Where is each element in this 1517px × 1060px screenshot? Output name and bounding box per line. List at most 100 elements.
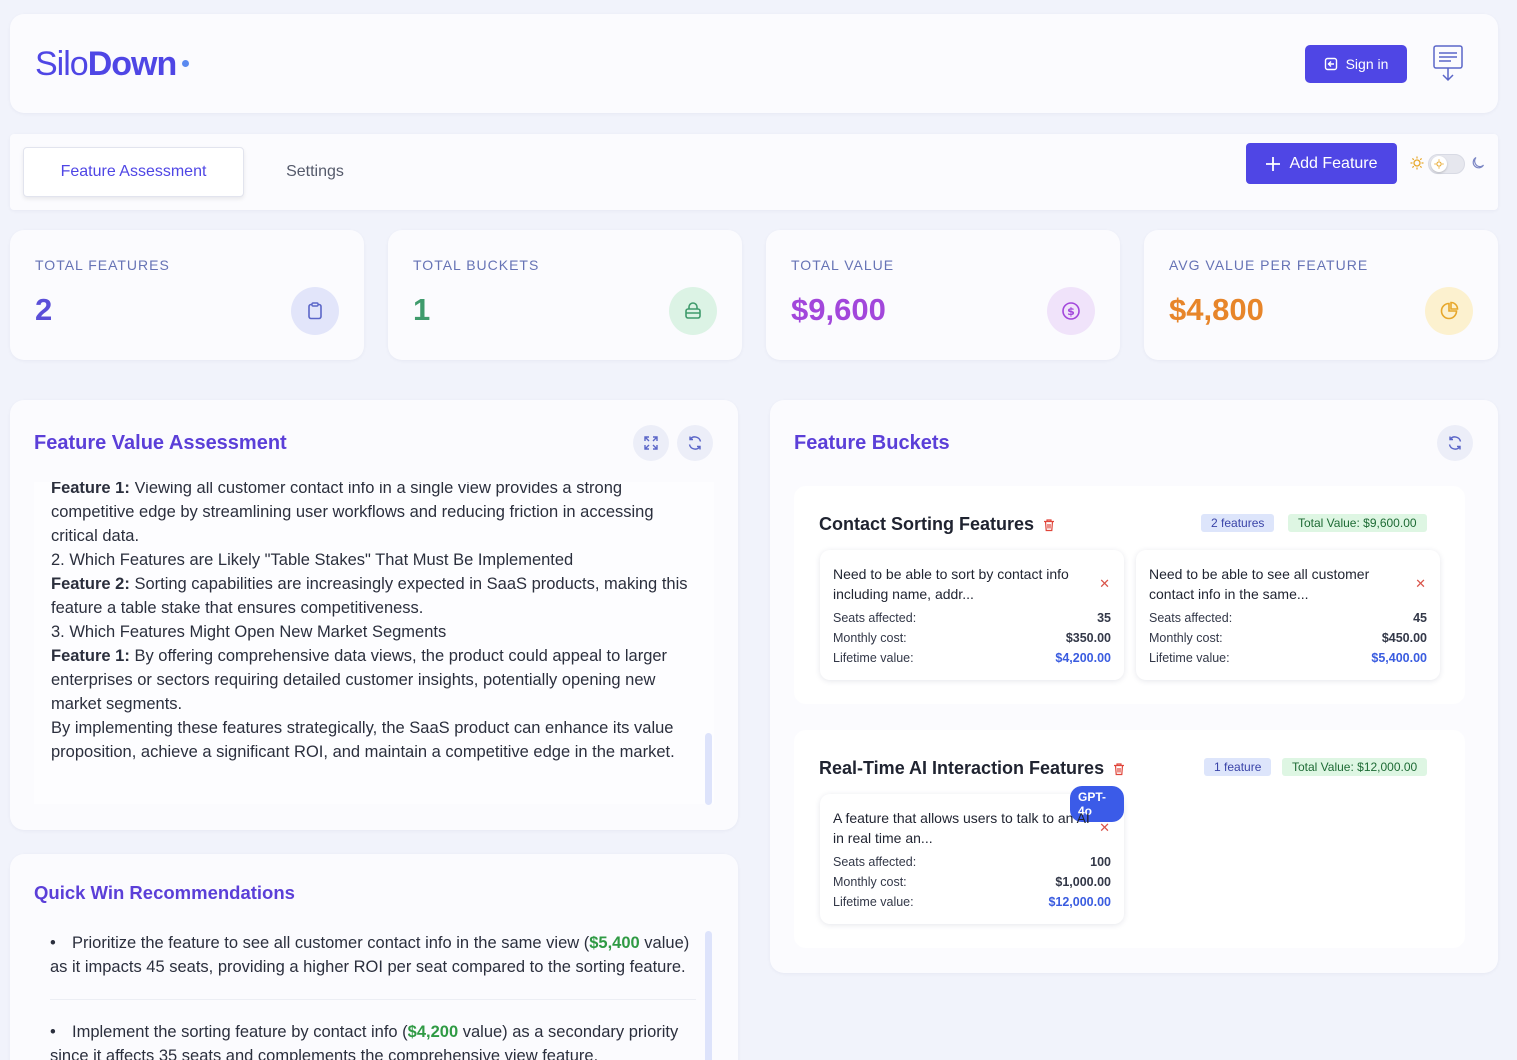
- feedback-icon[interactable]: [1432, 44, 1464, 84]
- theme-toggle[interactable]: [1410, 154, 1490, 174]
- lifetime-row: Lifetime value: $5,400.00: [1149, 651, 1427, 665]
- sign-in-button[interactable]: Sign in: [1305, 45, 1407, 83]
- sun-icon: [1410, 156, 1424, 170]
- row-label: Monthly cost:: [1149, 631, 1223, 645]
- feature-description: Need to be able to sort by contact info …: [833, 566, 1069, 602]
- panel-title: Feature Buckets: [794, 432, 950, 454]
- trash-icon[interactable]: [1042, 518, 1056, 532]
- logo[interactable]: SiloDown: [35, 45, 190, 84]
- feature-count-badge: 1 feature: [1204, 758, 1272, 776]
- feature-label: Feature 2:: [51, 575, 130, 593]
- stat-value: $4,800: [1169, 292, 1264, 327]
- feature-card[interactable]: Need to be able to sort by contact info …: [820, 550, 1124, 680]
- feature-label: Feature 1:: [51, 482, 130, 497]
- row-label: Lifetime value:: [833, 895, 914, 909]
- remove-feature-icon[interactable]: ✕: [1415, 576, 1426, 592]
- remove-feature-icon[interactable]: ✕: [1099, 576, 1110, 592]
- assessment-text: Feature 1: Viewing all customer contact …: [51, 482, 701, 764]
- monthly-value: $450.00: [1381, 631, 1427, 645]
- feature-label: Feature 1:: [51, 647, 130, 665]
- stat-value: 2: [35, 292, 53, 327]
- tab-settings[interactable]: Settings: [250, 147, 380, 197]
- monthly-row: Monthly cost: $350.00: [833, 631, 1111, 645]
- svg-text:$: $: [1067, 305, 1075, 318]
- bucket-name: Real-Time AI Interaction Features: [819, 758, 1105, 778]
- monthly-value: $1,000.00: [1055, 875, 1111, 889]
- row-label: Seats affected:: [833, 855, 917, 869]
- feature-description: Need to be able to see all customer cont…: [1149, 566, 1370, 602]
- row-label: Monthly cost:: [833, 875, 907, 889]
- assessment-heading: 3. Which Features Might Open New Market …: [51, 623, 447, 641]
- monthly-row: Monthly cost: $1,000.00: [833, 875, 1111, 889]
- stat-avg-value: AVG VALUE PER FEATURE $4,800: [1144, 230, 1498, 360]
- stat-total-buckets: TOTAL BUCKETS 1: [388, 230, 742, 360]
- monthly-row: Monthly cost: $450.00: [1149, 631, 1427, 645]
- refresh-icon: [688, 436, 702, 450]
- assessment-paragraph: Viewing all customer contact info in a s…: [51, 482, 654, 545]
- expand-button[interactable]: [633, 425, 669, 461]
- seats-value: 35: [1097, 611, 1111, 625]
- tabs-bar: Feature Assessment Settings Add Feature: [10, 134, 1498, 210]
- total-value-badge: Total Value: $9,600.00: [1288, 514, 1427, 532]
- logo-text-down: Down: [87, 45, 178, 83]
- feature-card[interactable]: Need to be able to see all customer cont…: [1136, 550, 1440, 680]
- logo-text-silo: Silo: [35, 45, 89, 83]
- refresh-buckets-button[interactable]: [1437, 425, 1473, 461]
- lifetime-value: $4,200.00: [1055, 651, 1111, 665]
- feature-description: A feature that allows users to talk to a…: [833, 810, 1090, 846]
- assessment-content[interactable]: Feature 1: Viewing all customer contact …: [34, 482, 714, 804]
- feature-count-badge: 2 features: [1201, 514, 1275, 532]
- feature-value-assessment-panel: Feature Value Assessment Feature 1: View…: [10, 400, 738, 830]
- quick-win-panel: Quick Win Recommendations Prioritize the…: [10, 854, 738, 1060]
- stat-total-value: TOTAL VALUE $9,600 $: [766, 230, 1120, 360]
- assessment-closing: By implementing these features strategic…: [51, 719, 675, 761]
- tab-feature-assessment[interactable]: Feature Assessment: [23, 147, 244, 197]
- add-feature-button[interactable]: Add Feature: [1246, 143, 1397, 184]
- stat-value: 1: [413, 292, 431, 327]
- row-label: Lifetime value:: [833, 651, 914, 665]
- seats-value: 100: [1090, 855, 1111, 869]
- stat-label: TOTAL VALUE: [791, 257, 895, 273]
- bucket-name: Contact Sorting Features: [819, 514, 1035, 534]
- recommendation-text: Implement the sorting feature by contact…: [72, 1023, 408, 1041]
- remove-feature-icon[interactable]: ✕: [1099, 820, 1110, 836]
- refresh-icon: [1448, 436, 1462, 450]
- panel-title: Feature Value Assessment: [34, 432, 287, 454]
- assessment-heading: 2. Which Features are Likely "Table Stak…: [51, 551, 574, 569]
- trash-icon[interactable]: [1112, 762, 1126, 776]
- assessment-paragraph: Sorting capabilities are increasingly ex…: [51, 575, 688, 617]
- recommendation-list: Prioritize the feature to see all custom…: [50, 931, 696, 1060]
- panel-title: Quick Win Recommendations: [34, 882, 295, 903]
- expand-icon: [644, 436, 658, 450]
- stat-label: TOTAL BUCKETS: [413, 257, 540, 273]
- row-label: Monthly cost:: [833, 631, 907, 645]
- lifetime-row: Lifetime value: $4,200.00: [833, 651, 1111, 665]
- dollar-icon: $: [1047, 287, 1095, 335]
- clipboard-icon: [291, 287, 339, 335]
- feature-card[interactable]: GPT-4o A feature that allows users to ta…: [820, 786, 1124, 924]
- stat-label: AVG VALUE PER FEATURE: [1169, 257, 1369, 273]
- feature-buckets-panel: Feature Buckets Contact Sorting Features…: [770, 400, 1498, 973]
- assessment-scrollbar[interactable]: [705, 733, 712, 805]
- bucket-card: Real-Time AI Interaction Features 1 feat…: [794, 730, 1465, 948]
- lifetime-value: $5,400.00: [1371, 651, 1427, 665]
- recommendation-item: Implement the sorting feature by contact…: [50, 1020, 696, 1060]
- stat-value: $9,600: [791, 292, 886, 327]
- recommendation-value: $5,400: [589, 934, 640, 952]
- stat-total-features: TOTAL FEATURES 2: [10, 230, 364, 360]
- pie-chart-icon: [1425, 287, 1473, 335]
- quick-win-scrollbar[interactable]: [705, 931, 712, 1060]
- bucket-title: Contact Sorting Features: [819, 514, 1056, 535]
- refresh-assessment-button[interactable]: [677, 425, 713, 461]
- total-value-badge: Total Value: $12,000.00: [1282, 758, 1428, 776]
- row-label: Seats affected:: [1149, 611, 1233, 625]
- plus-icon: [1266, 156, 1281, 171]
- stat-label: TOTAL FEATURES: [35, 257, 170, 273]
- sign-in-icon: [1324, 57, 1337, 71]
- theme-switch[interactable]: [1428, 154, 1465, 174]
- monthly-value: $350.00: [1065, 631, 1111, 645]
- recommendation-item: Prioritize the feature to see all custom…: [50, 931, 696, 1000]
- recommendation-value: $4,200: [407, 1023, 459, 1041]
- bucket-icon: [669, 287, 717, 335]
- bucket-title: Real-Time AI Interaction Features: [819, 758, 1126, 779]
